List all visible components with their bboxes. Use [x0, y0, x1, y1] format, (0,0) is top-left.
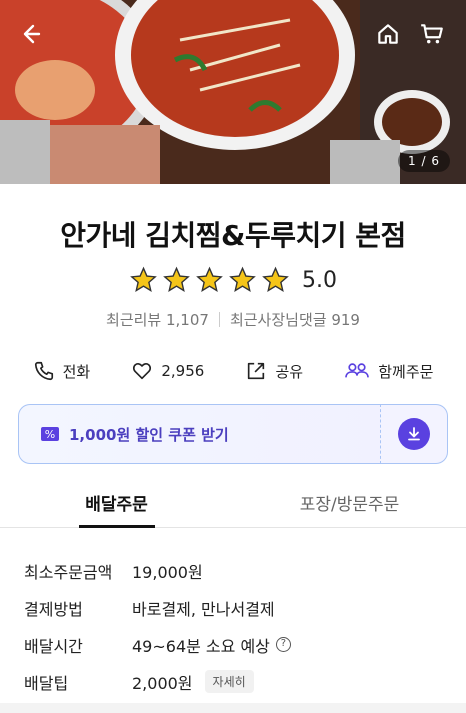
coupon-download-button[interactable]: [398, 418, 430, 450]
back-arrow-icon: [23, 24, 41, 44]
payment-value: 바로결제, 만나서결제: [132, 599, 275, 619]
info-row-delivery-time: 배달시간 49~64분 소요 예상 ?: [24, 626, 442, 663]
cart-icon: [421, 24, 443, 44]
delivery-time-wrap: 49~64분 소요 예상 ?: [132, 633, 291, 657]
owner-replies[interactable]: 최근사장님댓글 919: [230, 309, 360, 330]
hero-image[interactable]: 1 / 6: [0, 0, 466, 184]
home-button[interactable]: [370, 16, 406, 52]
action-row: 전화 2,956 공유 함께주문: [0, 360, 466, 382]
info-row-payment: 결제방법 바로결제, 만나서결제: [24, 589, 442, 626]
coupon-ticket-icon: %: [41, 427, 59, 441]
star-icon: [229, 266, 256, 292]
coupon-download-area[interactable]: [380, 404, 448, 464]
payment-label: 결제방법: [24, 599, 83, 619]
info-row-min-order: 최소주문금액 19,000원: [24, 552, 442, 589]
coupon-banner[interactable]: % 1,000원 할인 쿠폰 받기: [18, 404, 448, 464]
delivery-time-label: 배달시간: [24, 636, 83, 656]
share-label: 공유: [275, 362, 304, 381]
call-label: 전화: [62, 362, 91, 381]
divider: [218, 312, 220, 327]
tab-delivery[interactable]: 배달주문: [0, 490, 233, 527]
image-page-indicator: 1 / 6: [398, 150, 450, 172]
tip-label: 배달팁: [24, 673, 69, 693]
star-icon: [262, 266, 289, 292]
back-button[interactable]: [12, 16, 48, 52]
star-icon: [196, 266, 223, 292]
like-button[interactable]: 2,956: [131, 360, 204, 382]
coupon-body[interactable]: % 1,000원 할인 쿠폰 받기: [18, 404, 380, 464]
share-button[interactable]: 공유: [245, 360, 303, 382]
help-icon[interactable]: ?: [275, 637, 291, 652]
delivery-info: 최소주문금액 19,000원 결제방법 바로결제, 만나서결제 배달시간 49~…: [0, 528, 466, 700]
svg-text:%: %: [45, 428, 55, 441]
call-button[interactable]: 전화: [33, 360, 91, 382]
tip-value: 2,000원: [132, 673, 193, 693]
recent-reviews[interactable]: 최근리뷰 1,107: [106, 309, 209, 330]
group-order-button[interactable]: 함께주문: [344, 360, 433, 382]
cart-button[interactable]: [414, 16, 450, 52]
group-order-label: 함께주문: [378, 362, 434, 381]
info-row-tip: 배달팁 2,000원 자세히: [24, 663, 442, 700]
group-icon: [345, 363, 370, 378]
share-icon: [248, 362, 265, 380]
review-summary[interactable]: 최근리뷰 1,107 최근사장님댓글 919: [0, 309, 466, 330]
delivery-time-value: 49~64분 소요 예상: [132, 636, 270, 656]
star-icon: [163, 266, 190, 292]
rating-score: 5.0: [302, 267, 337, 293]
star-icon: [130, 266, 157, 292]
home-icon: [378, 24, 398, 44]
tip-detail-button[interactable]: 자세히: [204, 670, 254, 693]
rating-row[interactable]: 5.0: [0, 266, 466, 294]
phone-icon: [34, 361, 53, 381]
order-type-tabs: 배달주문 포장/방문주문: [0, 490, 466, 528]
section-divider: [0, 703, 466, 713]
min-order-label: 최소주문금액: [24, 562, 113, 582]
heart-icon: [133, 363, 152, 380]
tip-wrap: 2,000원 자세히: [132, 670, 254, 694]
store-name: 안가네 김치찜&두루치기 본점: [60, 219, 406, 252]
tab-pickup[interactable]: 포장/방문주문: [233, 490, 466, 527]
coupon-label: 1,000원 할인 쿠폰 받기: [69, 425, 229, 444]
download-icon: [408, 427, 420, 441]
like-count: 2,956: [161, 362, 205, 380]
min-order-value: 19,000원: [132, 562, 203, 582]
